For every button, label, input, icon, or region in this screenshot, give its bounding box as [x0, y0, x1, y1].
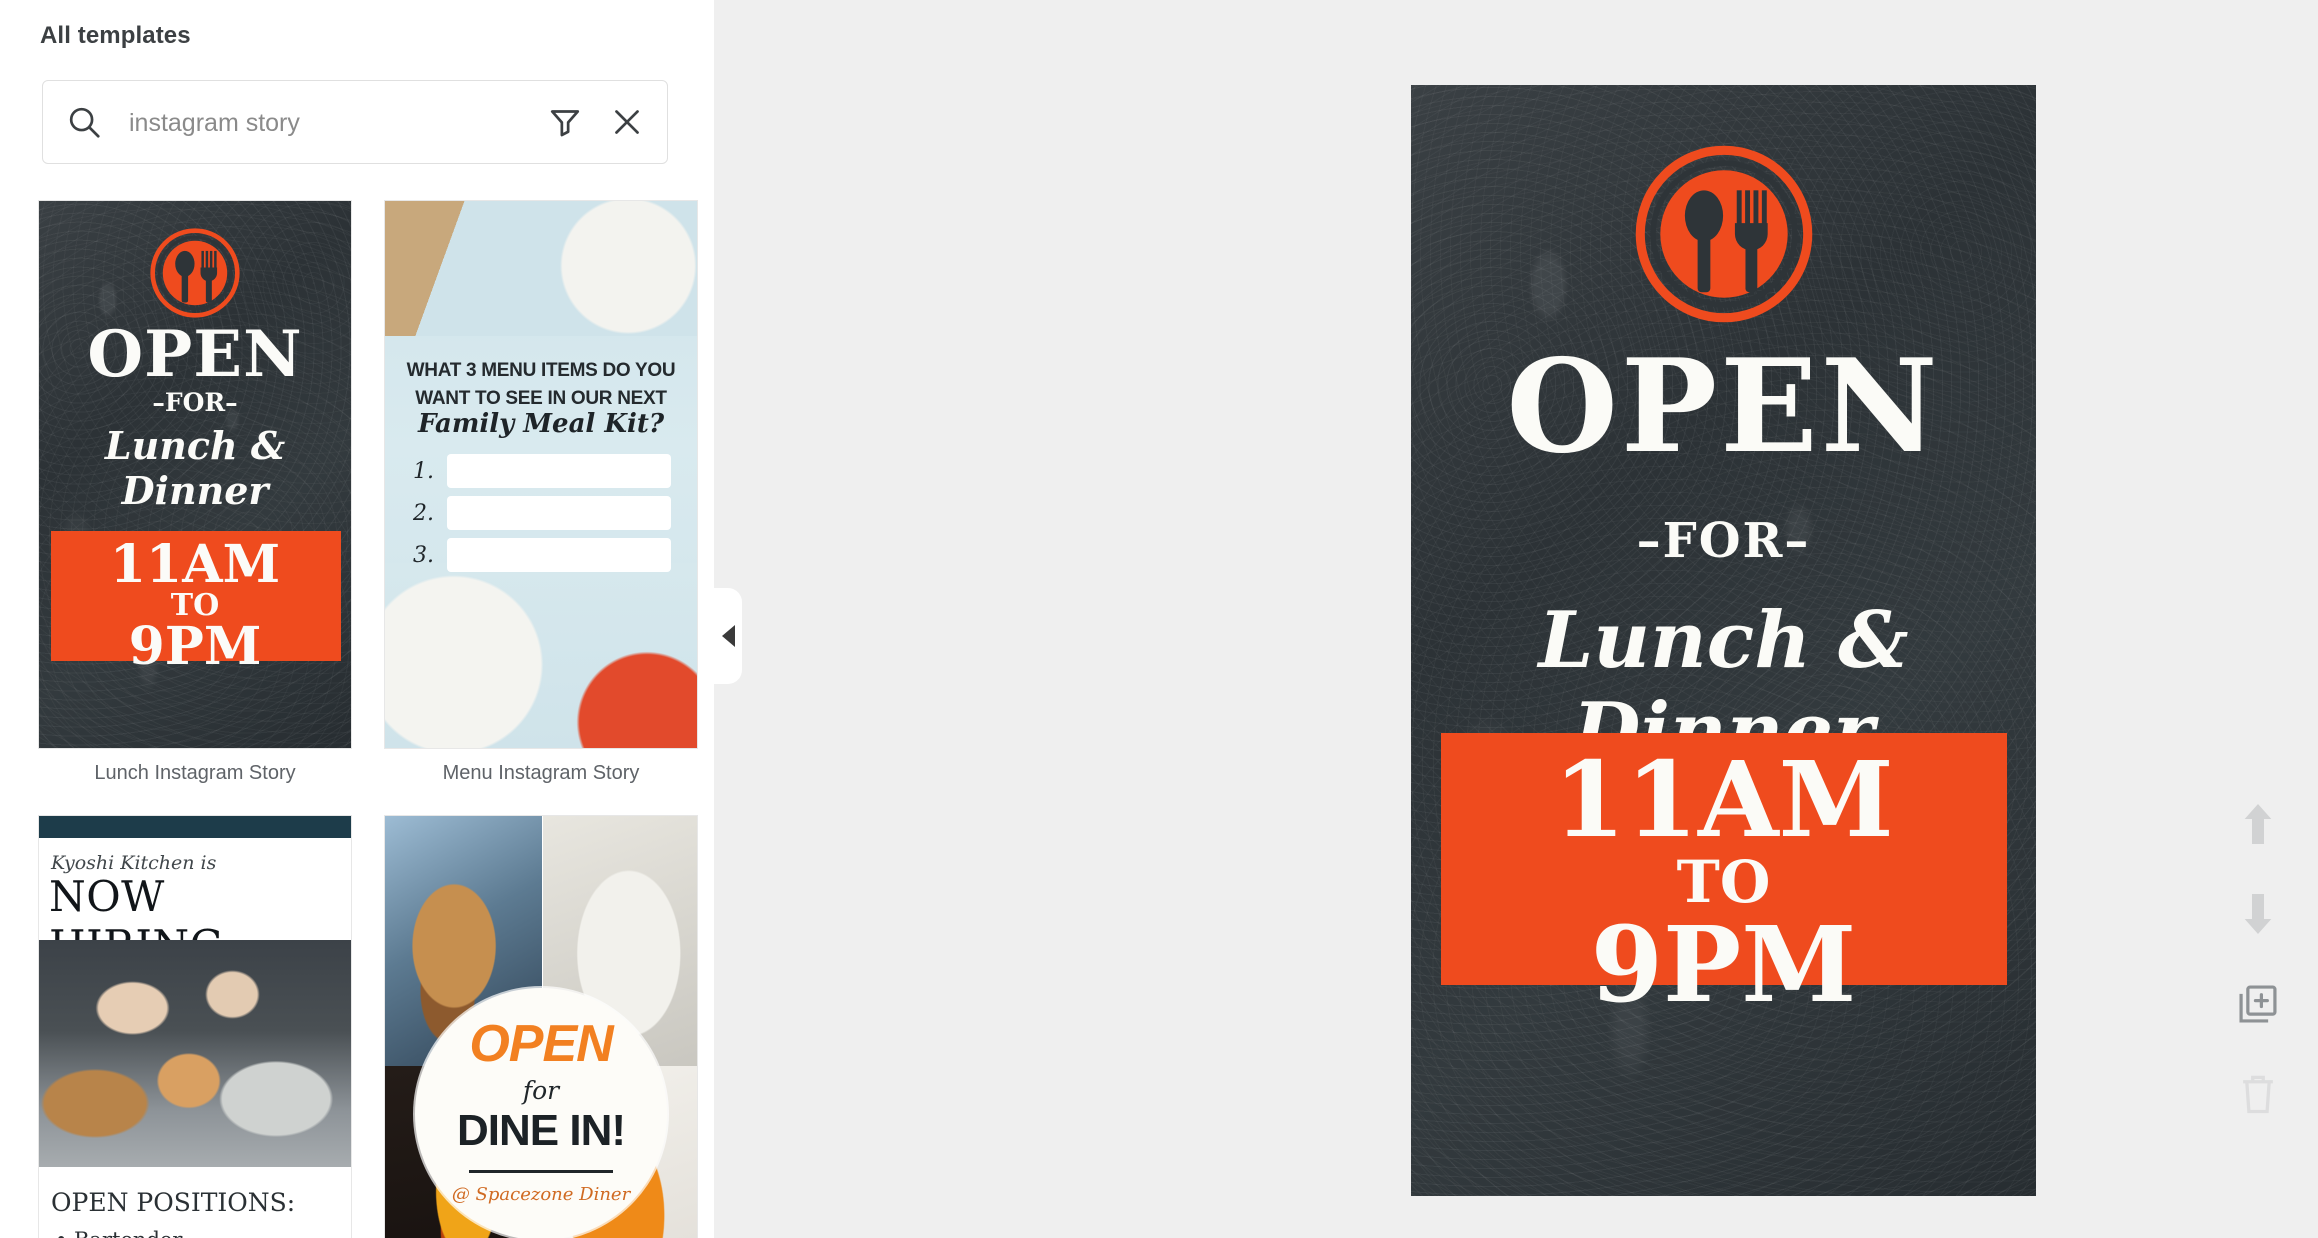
- template-thumbnail[interactable]: WHAT 3 MENU ITEMS DO YOU WANT TO SEE IN …: [384, 200, 698, 749]
- template-caption: Menu Instagram Story: [442, 762, 640, 784]
- menu-answer-number: 2.: [413, 500, 434, 526]
- hours-line-1: 11AM: [1553, 738, 1894, 861]
- template-caption: Lunch Instagram Story: [94, 762, 296, 784]
- menu-answer-number: 1.: [413, 458, 434, 484]
- open-position-item: • Bartender: [55, 1228, 182, 1238]
- food-photo-top: [385, 201, 697, 336]
- duplicate-page-button[interactable]: [2232, 980, 2284, 1032]
- badge-divider: [469, 1170, 613, 1173]
- badge-dine-in-text: DINE IN!: [457, 1106, 626, 1155]
- template-script-text: Lunch & Dinner: [104, 423, 286, 513]
- template-subheading: –FOR–: [152, 388, 238, 417]
- menu-answer-row[interactable]: 2.: [413, 495, 671, 531]
- page-title: All templates: [40, 22, 191, 49]
- menu-heading-line-1: WHAT 3 MENU ITEMS DO YOU: [406, 360, 676, 381]
- template-card-now-hiring[interactable]: Kyoshi Kitchen is NOW HIRING OPEN POSITI…: [38, 815, 352, 1238]
- design-page[interactable]: OPEN –FOR– Lunch & Dinner 11AM TO 9PM: [1411, 85, 2036, 1196]
- template-card-lunch-instagram-story[interactable]: OPEN –FOR– Lunch & Dinner 11AM TO 9PM Lu…: [38, 200, 352, 785]
- canvas-heading[interactable]: OPEN: [1411, 343, 2036, 471]
- open-positions-label: OPEN POSITIONS:: [51, 1188, 296, 1217]
- template-card-menu-instagram-story[interactable]: WHAT 3 MENU ITEMS DO YOU WANT TO SEE IN …: [384, 200, 698, 785]
- kitchen-photo: [39, 940, 351, 1167]
- template-thumbnail[interactable]: OPEN for DINE IN! @ Spacezone Diner: [384, 815, 698, 1238]
- badge-open-text: OPEN: [469, 1015, 613, 1073]
- menu-answer-number: 3.: [413, 542, 434, 568]
- menu-answer-row[interactable]: 1.: [413, 453, 671, 489]
- search-icon: [65, 103, 103, 141]
- chevron-left-icon: [722, 625, 735, 647]
- spoon-fork-plate-icon[interactable]: [1633, 143, 1815, 330]
- menu-answer-field[interactable]: [447, 454, 671, 488]
- hours-line-3: 9PM: [1590, 903, 1857, 1027]
- hours-line-1: 11AM: [109, 534, 281, 595]
- header-band: [39, 816, 351, 838]
- page-actions-toolbar: [2198, 800, 2318, 1122]
- search-bar[interactable]: [42, 80, 668, 165]
- template-card-dine-in[interactable]: OPEN for DINE IN! @ Spacezone Diner: [384, 815, 698, 1238]
- menu-answer-field[interactable]: [447, 538, 671, 572]
- badge-for-text: for: [522, 1076, 560, 1105]
- template-picker-screen: All templates instagram story OPEN –FOR–…: [0, 0, 2318, 1238]
- search-input[interactable]: [127, 81, 551, 165]
- template-heading: OPEN: [87, 317, 303, 392]
- menu-heading-line-2: WANT TO SEE IN OUR NEXT: [415, 388, 667, 409]
- open-dine-in-badge: OPEN for DINE IN! @ Spacezone Diner: [415, 988, 667, 1238]
- canvas-hours[interactable]: 11AM TO 9PM: [1411, 738, 2036, 1027]
- move-down-button[interactable]: [2232, 890, 2284, 942]
- template-hours: 11AM TO 9PM: [39, 539, 351, 673]
- template-thumbnail[interactable]: Kyoshi Kitchen is NOW HIRING OPEN POSITI…: [38, 815, 352, 1238]
- delete-page-button[interactable]: [2232, 1070, 2284, 1122]
- template-results-grid: OPEN –FOR– Lunch & Dinner 11AM TO 9PM Lu…: [38, 200, 698, 1238]
- collapse-panel-handle[interactable]: [714, 588, 742, 684]
- menu-script-text: Family Meal Kit?: [417, 409, 665, 439]
- spoon-fork-plate-icon: [149, 227, 241, 324]
- close-icon[interactable]: [609, 104, 645, 140]
- menu-answer-field[interactable]: [447, 496, 671, 530]
- template-thumbnail[interactable]: OPEN –FOR– Lunch & Dinner 11AM TO 9PM: [38, 200, 352, 749]
- hours-line-3: 9PM: [128, 616, 262, 677]
- move-up-button[interactable]: [2232, 800, 2284, 852]
- arrow-down-icon: [2238, 892, 2278, 941]
- food-photo-bottom: [385, 563, 697, 748]
- filter-icon[interactable]: [547, 104, 583, 140]
- duplicate-add-icon: [2236, 982, 2280, 1031]
- menu-answer-row[interactable]: 3.: [413, 537, 671, 573]
- trash-icon: [2237, 1071, 2279, 1122]
- design-canvas-area: OPEN –FOR– Lunch & Dinner 11AM TO 9PM: [714, 0, 2318, 1238]
- badge-venue-text: @ Spacezone Diner: [451, 1184, 631, 1205]
- hiring-eyebrow: Kyoshi Kitchen is: [51, 852, 217, 874]
- templates-sidebar: All templates instagram story OPEN –FOR–…: [0, 0, 714, 1238]
- arrow-up-icon: [2238, 802, 2278, 851]
- canvas-subheading[interactable]: –FOR–: [1411, 513, 2036, 569]
